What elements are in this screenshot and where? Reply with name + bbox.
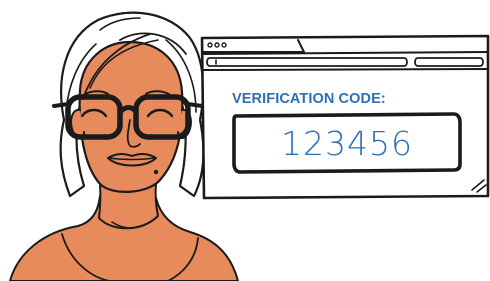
- browser-window: [200, 34, 490, 200]
- mole: [153, 169, 159, 175]
- address-bar: [206, 57, 408, 67]
- face: [78, 40, 184, 193]
- verification-code: 123456: [281, 124, 413, 163]
- illustration: VERIFICATION CODE: 123456: [9, 11, 490, 281]
- verification-label: VERIFICATION CODE:: [232, 91, 386, 107]
- search-bar: [414, 57, 484, 67]
